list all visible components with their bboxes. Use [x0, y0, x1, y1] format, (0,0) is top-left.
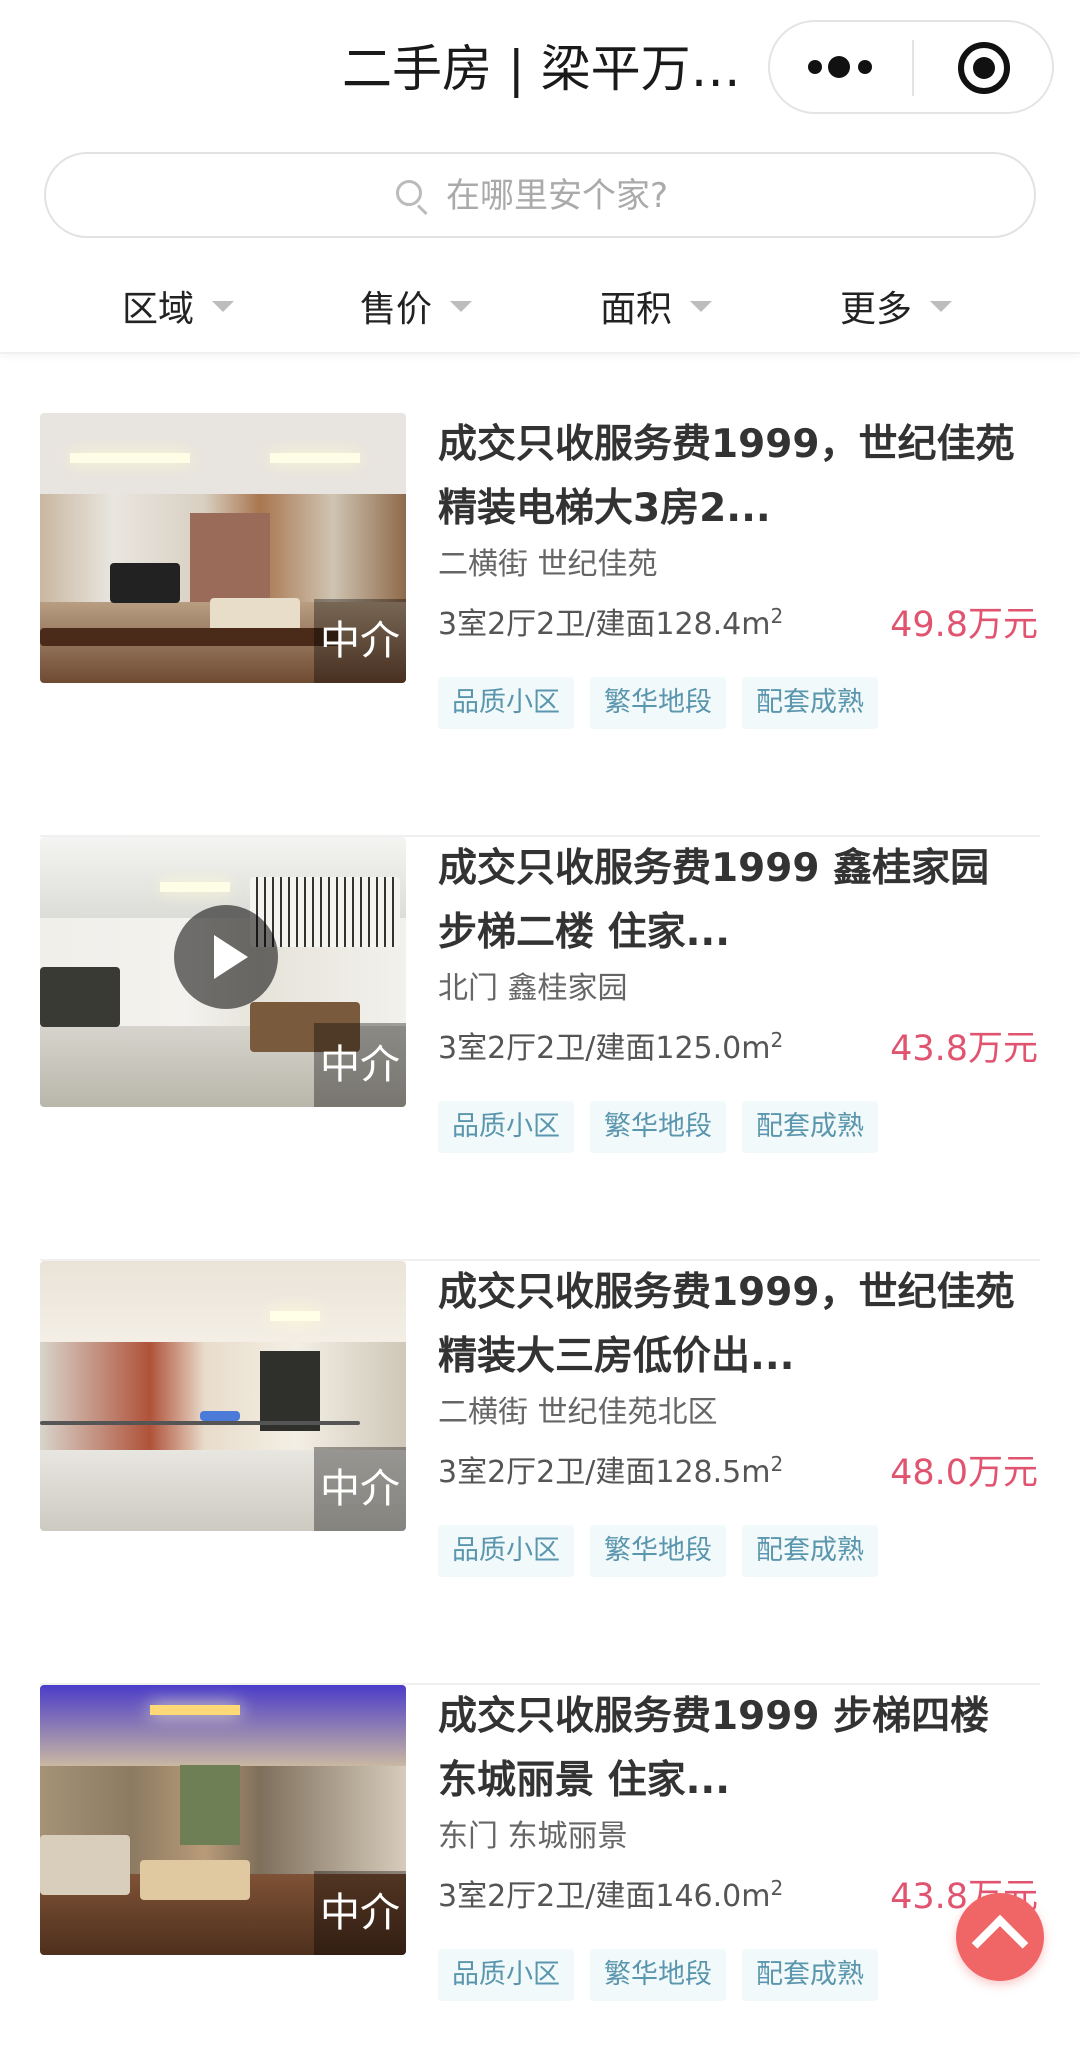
listing-card[interactable]: 中介 成交只收服务费1999 步梯四楼东城丽景 住家... 东门 东城丽景 3室…	[0, 1685, 1080, 2055]
tag: 繁华地段	[590, 1949, 726, 2001]
filter-label: 区域	[122, 289, 195, 330]
caret-down-icon	[690, 300, 713, 312]
listing-tags: 品质小区 繁华地段 配套成熟	[438, 677, 894, 729]
listing-location: 北门 鑫桂家园	[438, 971, 628, 1006]
tag: 繁华地段	[590, 1525, 726, 1577]
listing-photo[interactable]: 中介	[40, 413, 406, 683]
filter-region[interactable]: 区域	[122, 276, 235, 336]
listing-photo[interactable]: 中介	[40, 1261, 406, 1531]
area-unit-superscript: 2	[770, 604, 784, 628]
top-bar: 二手房 | 梁平万…	[0, 0, 1080, 130]
search-icon	[396, 180, 430, 216]
listing-layout: 3室2厅2卫/建面125.0m	[438, 1031, 771, 1066]
listing-tags: 品质小区 繁华地段 配套成熟	[438, 1949, 894, 2001]
tag: 配套成熟	[742, 1525, 878, 1577]
filter-label: 面积	[600, 289, 673, 330]
listing-title: 成交只收服务费1999，世纪佳苑精装大三房低价出...	[438, 1270, 1015, 1379]
tag: 品质小区	[438, 1101, 574, 1153]
listing-layout: 3室2厅2卫/建面146.0m	[438, 1879, 771, 1914]
capsule-divider	[912, 40, 914, 96]
area-unit-superscript: 2	[770, 1452, 784, 1476]
filter-area[interactable]: 面积	[600, 276, 713, 336]
tag: 品质小区	[438, 1949, 574, 2001]
play-video-icon[interactable]	[174, 905, 278, 1009]
tag: 品质小区	[438, 1525, 574, 1577]
listing-title: 成交只收服务费1999，世纪佳苑精装电梯大3房2...	[438, 422, 1015, 531]
tag: 繁华地段	[590, 1101, 726, 1153]
listing-title: 成交只收服务费1999 鑫桂家园步梯二楼 住家...	[438, 846, 990, 955]
tag: 配套成熟	[742, 677, 878, 729]
listing-tags: 品质小区 繁华地段 配套成熟	[438, 1101, 894, 1153]
back-to-top-button[interactable]	[956, 1893, 1044, 1981]
listing-specs: 3室2厅2卫/建面128.5m2	[438, 1451, 783, 1495]
search-bar[interactable]	[44, 152, 1036, 238]
listing-layout: 3室2厅2卫/建面128.5m	[438, 1455, 771, 1490]
filter-more[interactable]: 更多	[840, 276, 953, 336]
agent-badge: 中介	[314, 599, 406, 683]
listing-title: 成交只收服务费1999 步梯四楼东城丽景 住家...	[438, 1694, 990, 1803]
listing-layout: 3室2厅2卫/建面128.4m	[438, 607, 771, 642]
agent-badge: 中介	[314, 1023, 406, 1107]
agent-badge: 中介	[314, 1447, 406, 1531]
filter-label: 更多	[840, 289, 913, 330]
listing-specs: 3室2厅2卫/建面146.0m2	[438, 1875, 783, 1919]
listing-specs: 3室2厅2卫/建面125.0m2	[438, 1027, 783, 1071]
area-unit-superscript: 2	[770, 1028, 784, 1052]
listing-photo[interactable]: 中介	[40, 837, 406, 1107]
listing-location: 二横街 世纪佳苑北区	[438, 1395, 718, 1430]
filter-price[interactable]: 售价	[360, 276, 473, 336]
listing-price: 49.8万元	[890, 605, 1038, 645]
listing-location: 二横街 世纪佳苑	[438, 547, 658, 582]
listing-card[interactable]: 中介 成交只收服务费1999，世纪佳苑精装大三房低价出... 二横街 世纪佳苑北…	[0, 1261, 1080, 1685]
caret-down-icon	[930, 300, 953, 312]
listing-card[interactable]: 中介 成交只收服务费1999 鑫桂家园步梯二楼 住家... 北门 鑫桂家园 3室…	[0, 837, 1080, 1261]
listing-card[interactable]: 中介 成交只收服务费1999，世纪佳苑精装电梯大3房2... 二横街 世纪佳苑 …	[0, 413, 1080, 837]
close-target-icon[interactable]	[958, 42, 1010, 94]
filter-label: 售价	[360, 289, 433, 330]
more-dots-icon[interactable]	[808, 52, 874, 82]
tag: 配套成熟	[742, 1101, 878, 1153]
listing-price: 43.8万元	[890, 1029, 1038, 1069]
caret-down-icon	[450, 300, 473, 312]
listing-location: 东门 东城丽景	[438, 1819, 628, 1854]
tag: 配套成熟	[742, 1949, 878, 2001]
tag: 品质小区	[438, 677, 574, 729]
listing-photo[interactable]: 中介	[40, 1685, 406, 1955]
listing-price: 48.0万元	[890, 1453, 1038, 1493]
page-title: 二手房 | 梁平万…	[342, 40, 741, 98]
filter-bar: 区域 售价 面积 更多	[0, 262, 1080, 354]
mini-program-capsule	[768, 20, 1054, 114]
listing-specs: 3室2厅2卫/建面128.4m2	[438, 603, 783, 647]
listing-tags: 品质小区 繁华地段 配套成熟	[438, 1525, 894, 1577]
chevron-up-icon	[971, 1914, 1029, 1972]
area-unit-superscript: 2	[770, 1876, 784, 1900]
agent-badge: 中介	[314, 1871, 406, 1955]
caret-down-icon	[212, 300, 235, 312]
search-input[interactable]	[446, 168, 966, 224]
tag: 繁华地段	[590, 677, 726, 729]
